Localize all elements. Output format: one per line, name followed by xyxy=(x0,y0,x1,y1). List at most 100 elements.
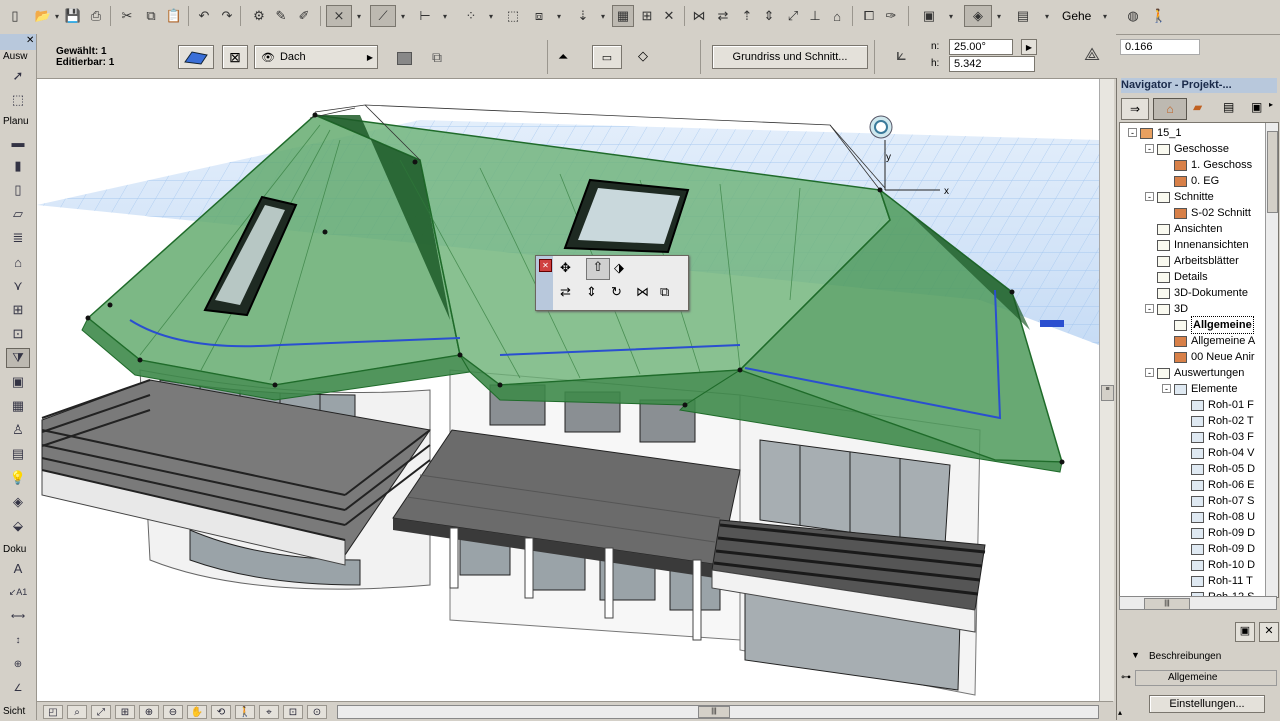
beam-tool-icon[interactable]: ▯ xyxy=(6,180,30,200)
snap-icon[interactable]: ⟋ xyxy=(370,5,396,27)
tree-item[interactable]: 1. Geschoss xyxy=(1174,157,1252,173)
layout-book-icon[interactable]: ▰ xyxy=(1193,100,1202,114)
chevron-down-icon[interactable]: ▾ xyxy=(946,5,956,27)
floorplan-section-button[interactable]: Grundriss und Schnitt... xyxy=(712,45,868,69)
chevron-right-icon[interactable]: ▶ xyxy=(1021,39,1037,55)
dimension-tool-icon[interactable]: ⟷ xyxy=(6,606,30,626)
text-tool-icon[interactable]: A xyxy=(6,558,30,578)
window-tool-icon[interactable]: ⊞ xyxy=(6,300,30,320)
chevron-up-icon[interactable]: ▴ xyxy=(1118,708,1122,717)
curtain-wall-icon[interactable]: ▦ xyxy=(6,396,30,416)
tree-item[interactable]: Allgemeine xyxy=(1174,316,1254,334)
tree-item[interactable]: Roh-11 T xyxy=(1191,573,1253,589)
lift-icon[interactable]: ⇕ xyxy=(586,284,597,300)
gehe-label[interactable]: Gehe xyxy=(1062,9,1091,23)
multiply-icon[interactable]: ⧉ xyxy=(660,284,669,300)
rotate-icon[interactable]: ↻ xyxy=(611,284,622,300)
collapse-toggle-icon[interactable]: - xyxy=(1145,192,1154,202)
pan-icon[interactable]: ✋ xyxy=(187,705,207,719)
zoom-fit-icon[interactable]: ⊞ xyxy=(115,705,135,719)
new-view-icon[interactable]: ▣ xyxy=(1235,622,1255,642)
marquee-tool-icon[interactable]: ⬚ xyxy=(6,90,30,110)
paste-icon[interactable]: 📋 xyxy=(163,5,185,27)
object-tool-icon[interactable]: ▣ xyxy=(6,372,30,392)
slab-tool-icon[interactable]: ▱ xyxy=(6,204,30,224)
project-map-icon[interactable]: ⇒ xyxy=(1121,98,1149,120)
elevation-icon[interactable]: ⇣ xyxy=(572,5,594,27)
viewport-vertical-scrollbar[interactable]: ≡ xyxy=(1099,79,1114,701)
chevron-down-icon[interactable]: ▾ xyxy=(994,5,1004,27)
zoom-in-icon[interactable]: ⊕ xyxy=(139,705,159,719)
tree-item[interactable]: 0. EG xyxy=(1174,173,1219,189)
stair-tool-icon[interactable]: ≣ xyxy=(6,228,30,248)
tree-item[interactable]: 15_1 xyxy=(1140,125,1181,141)
zoom-window-icon[interactable]: ⌕ xyxy=(67,705,87,719)
collapse-toggle-icon[interactable]: - xyxy=(1145,304,1154,314)
tree-item[interactable]: 3D-Dokumente xyxy=(1157,285,1248,301)
tree-item[interactable]: Details xyxy=(1157,269,1208,285)
angle-tool-icon[interactable]: ⟀ xyxy=(896,44,907,65)
cut-icon[interactable]: ✂ xyxy=(116,5,138,27)
orbit-icon[interactable]: ⟲ xyxy=(211,705,231,719)
thickness-field[interactable]: 0.166 xyxy=(1120,39,1200,55)
window-icon[interactable]: ▣ xyxy=(918,5,940,27)
dimension-icon[interactable]: ⊢ xyxy=(414,5,436,27)
chevron-down-icon[interactable]: ▾ xyxy=(554,5,564,27)
collapse-toggle-icon[interactable]: - xyxy=(1145,144,1154,154)
open-folder-icon[interactable]: 📂 xyxy=(32,5,54,27)
tree-item[interactable]: Allgemeine A xyxy=(1174,333,1255,349)
trim-icon[interactable]: ⧠ xyxy=(858,5,880,27)
offset-icon[interactable]: ⇕ xyxy=(758,5,780,27)
split-icon[interactable]: ⊥ xyxy=(804,5,826,27)
tree-item[interactable]: S-02 Schnitt xyxy=(1174,205,1251,221)
brush-icon[interactable]: ✑ xyxy=(880,5,902,27)
zoom-out-icon[interactable]: ⊖ xyxy=(163,705,183,719)
pitch-edit-icon[interactable]: ⬗ xyxy=(614,260,624,276)
mirror-icon[interactable]: ⋈ xyxy=(688,5,710,27)
collapse-toggle-icon[interactable]: - xyxy=(1145,368,1154,378)
angle-dimension-icon[interactable]: ∠ xyxy=(6,678,30,698)
elevation-marker-icon[interactable]: ⊕ xyxy=(6,654,30,674)
tree-item[interactable]: Geschosse xyxy=(1157,141,1229,157)
scroll-thumb[interactable] xyxy=(1267,131,1278,213)
3d-model-render[interactable]: x y xyxy=(37,79,1099,701)
explore-icon[interactable]: 🚶 xyxy=(235,705,255,719)
save-icon[interactable]: 💾 xyxy=(62,5,84,27)
zoom-next-icon[interactable]: ⊙ xyxy=(307,705,327,719)
tree-item[interactable]: Elemente xyxy=(1174,381,1237,397)
tree-item[interactable]: Ansichten xyxy=(1157,221,1222,237)
shell-tool-icon[interactable]: ⋎ xyxy=(6,276,30,296)
close-icon[interactable]: ✕ xyxy=(26,35,34,46)
tree-item[interactable]: Roh-10 D xyxy=(1191,557,1255,573)
tree-item[interactable]: Roh-07 S xyxy=(1191,493,1254,509)
tree-item[interactable]: Roh-05 D xyxy=(1191,461,1255,477)
fit-icon[interactable]: ⤢ xyxy=(91,705,111,719)
mirror-icon[interactable]: ⋈ xyxy=(636,284,649,300)
skylight-icon[interactable]: ⬙ xyxy=(6,516,30,536)
group-icon[interactable]: ⬚ xyxy=(502,5,524,27)
chevron-right-icon[interactable]: ▸ xyxy=(1269,100,1273,109)
wall-tool-icon[interactable]: ▬ xyxy=(6,132,30,152)
angle-field[interactable]: 25.00° xyxy=(949,39,1013,55)
magic-wand-icon[interactable]: ⚙ xyxy=(248,5,270,27)
roof-tool-icon[interactable]: ⌂ xyxy=(826,5,848,27)
roof-settings-button[interactable] xyxy=(178,45,214,69)
print-icon[interactable]: ⎙ xyxy=(85,5,107,27)
toolbox-tab-planning[interactable]: Planu xyxy=(3,116,29,127)
door-tool-icon[interactable]: ⊡ xyxy=(6,324,30,344)
scroll-thumb[interactable]: ||| xyxy=(698,706,730,718)
tree-item[interactable]: Roh-06 E xyxy=(1191,477,1254,493)
geometry-method-button[interactable]: ⊠ xyxy=(222,45,248,69)
tree-item[interactable]: Roh-03 F xyxy=(1191,429,1254,445)
guide-lines-icon[interactable]: ⨯ xyxy=(326,5,352,27)
globe-icon[interactable]: ◍ xyxy=(1122,5,1144,27)
scroll-thumb[interactable]: ||| xyxy=(1144,598,1190,610)
grid-snap-icon[interactable]: ⁘ xyxy=(460,5,482,27)
publisher-icon[interactable]: ▤ xyxy=(1223,100,1234,114)
tree-item[interactable]: Auswertungen xyxy=(1157,365,1244,381)
arrange-icon[interactable]: ⧈ xyxy=(528,5,550,27)
tree-item[interactable]: 00 Neue Anir xyxy=(1174,349,1255,365)
tree-item[interactable]: Roh-09 D xyxy=(1191,541,1255,557)
tree-horizontal-scrollbar[interactable]: ||| xyxy=(1119,596,1277,610)
plan-view-toggle[interactable]: ▭ xyxy=(592,45,622,69)
